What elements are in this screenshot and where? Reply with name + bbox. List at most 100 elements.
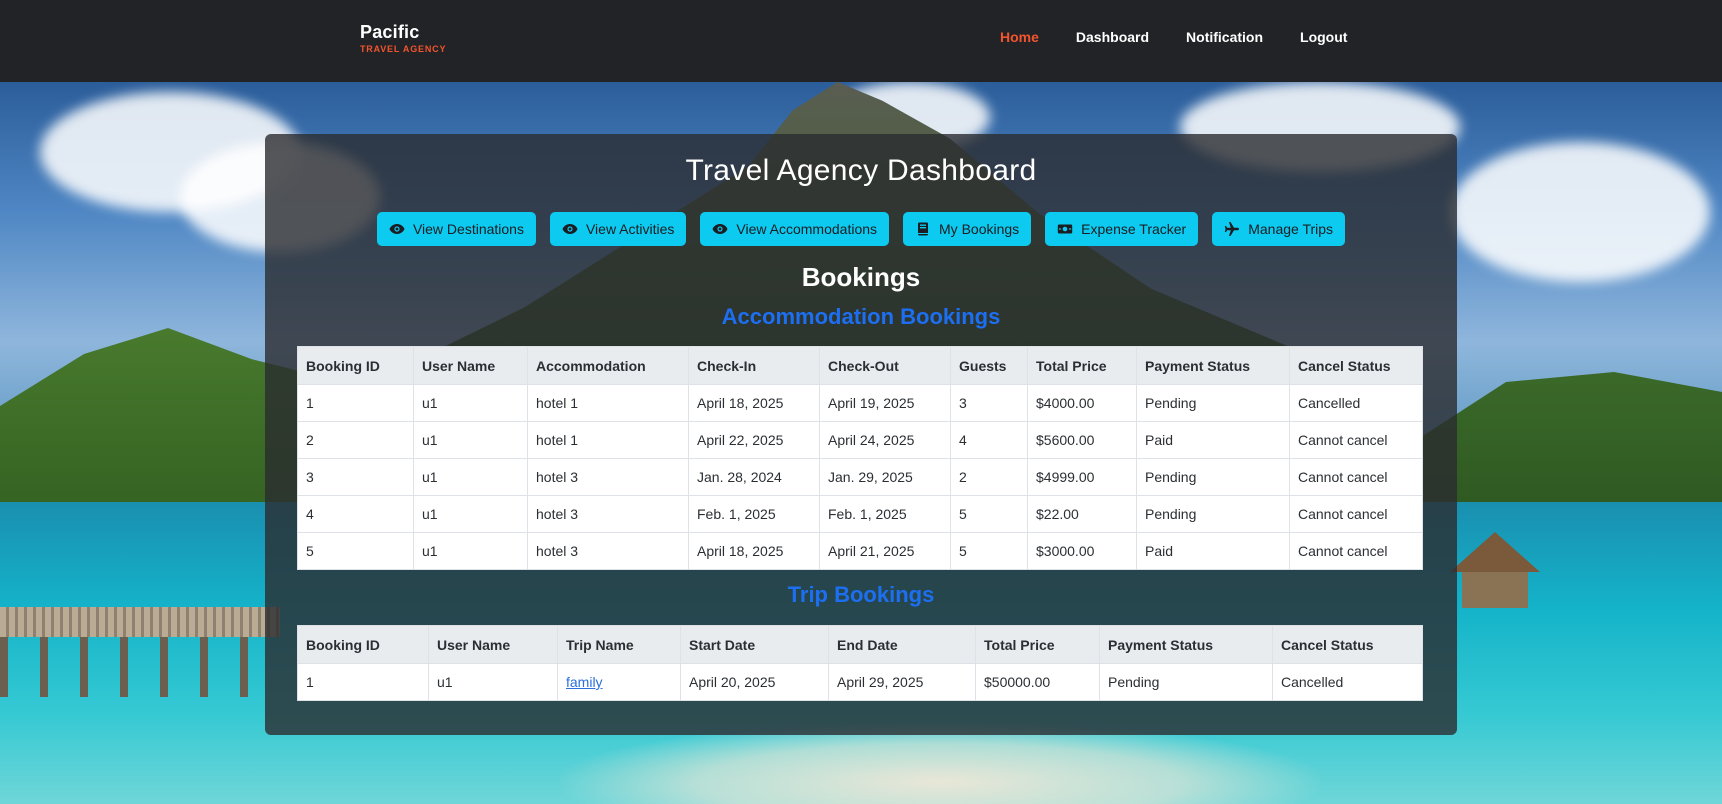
expense-tracker-button[interactable]: Expense Tracker	[1045, 212, 1199, 246]
my-bookings-button[interactable]: My Bookings	[903, 212, 1032, 246]
booking-id: 1	[297, 663, 429, 701]
column-header: Total Price	[1027, 346, 1137, 385]
column-header: Start Date	[680, 625, 829, 664]
table-row: 4 u1 hotel 3 Feb. 1, 2025 Feb. 1, 2025 5…	[297, 495, 1423, 533]
button-label: View Accommodations	[736, 221, 878, 237]
dashboard-panel: Travel Agency Dashboard View Destination…	[265, 134, 1457, 735]
guests: 5	[950, 532, 1028, 570]
user-name: u1	[413, 384, 528, 422]
total-price: $4000.00	[1027, 384, 1137, 422]
user-name: u1	[413, 458, 528, 496]
cancel-status: Cancelled	[1289, 384, 1423, 422]
booking-id: 5	[297, 532, 414, 570]
trip-name-cell: family	[557, 663, 681, 701]
view-destinations-button[interactable]: View Destinations	[376, 212, 536, 246]
payment-status: Pending	[1136, 458, 1290, 496]
column-header: Accommodation	[527, 346, 689, 385]
column-header: Check-Out	[819, 346, 951, 385]
total-price: $50000.00	[975, 663, 1100, 701]
check-out: April 24, 2025	[819, 421, 951, 459]
check-in: April 22, 2025	[688, 421, 820, 459]
check-in: April 18, 2025	[688, 384, 820, 422]
check-out: April 19, 2025	[819, 384, 951, 422]
brand-name: Pacific	[360, 22, 420, 42]
view-accommodations-button[interactable]: View Accommodations	[700, 212, 890, 246]
eye-icon	[389, 224, 405, 234]
brand-logo[interactable]: Pacific TRAVEL AGENCY	[360, 22, 446, 54]
page-title: Travel Agency Dashboard	[685, 154, 1037, 187]
accommodation-bookings-table: Booking ID User Name Accommodation Check…	[297, 346, 1423, 570]
bookings-heading: Bookings	[801, 262, 921, 292]
trip-bookings-table: Booking ID User Name Trip Name Start Dat…	[297, 625, 1423, 701]
column-header: Payment Status	[1099, 625, 1273, 664]
total-price: $5600.00	[1027, 421, 1137, 459]
column-header: User Name	[428, 625, 558, 664]
button-label: View Destinations	[412, 221, 524, 237]
column-header: Cancel Status	[1272, 625, 1423, 664]
column-header: Trip Name	[557, 625, 681, 664]
plane-icon	[1225, 222, 1240, 236]
table-row: 1 u1 hotel 1 April 18, 2025 April 19, 20…	[297, 384, 1423, 422]
check-in: Jan. 28, 2024	[688, 458, 820, 496]
button-label: View Activities	[585, 221, 675, 237]
table-header-row: Booking ID User Name Accommodation Check…	[297, 346, 1423, 385]
check-out: Feb. 1, 2025	[819, 495, 951, 533]
accommodation-name: hotel 3	[527, 495, 689, 533]
booking-id: 1	[297, 384, 414, 422]
column-header: Payment Status	[1136, 346, 1290, 385]
check-in: Feb. 1, 2025	[688, 495, 820, 533]
table-row: 3 u1 hotel 3 Jan. 28, 2024 Jan. 29, 2025…	[297, 458, 1423, 496]
column-header: Check-In	[688, 346, 820, 385]
booking-id: 2	[297, 421, 414, 459]
trip-name-link[interactable]: family	[566, 674, 603, 690]
column-header: User Name	[413, 346, 528, 385]
cancel-status: Cannot cancel	[1289, 421, 1423, 459]
view-activities-button[interactable]: View Activities	[549, 212, 687, 246]
nav-home[interactable]: Home	[1000, 29, 1039, 45]
total-price: $4999.00	[1027, 458, 1137, 496]
user-name: u1	[413, 495, 528, 533]
trip-bookings-heading: Trip Bookings	[787, 582, 935, 607]
cancel-status: Cannot cancel	[1289, 458, 1423, 496]
column-header: Booking ID	[297, 346, 414, 385]
start-date: April 20, 2025	[680, 663, 829, 701]
column-header: Cancel Status	[1289, 346, 1423, 385]
brand-tagline: TRAVEL AGENCY	[360, 44, 447, 54]
eye-icon	[562, 224, 578, 234]
nav-links: Home Dashboard Notification Logout	[1000, 29, 1384, 45]
column-header: Total Price	[975, 625, 1100, 664]
guests: 4	[950, 421, 1028, 459]
cancel-status: Cannot cancel	[1289, 495, 1423, 533]
check-out: April 21, 2025	[819, 532, 951, 570]
accommodation-name: hotel 3	[527, 532, 689, 570]
guests: 2	[950, 458, 1028, 496]
check-in: April 18, 2025	[688, 532, 820, 570]
cancel-status: Cancelled	[1272, 663, 1423, 701]
user-name: u1	[413, 532, 528, 570]
booking-id: 4	[297, 495, 414, 533]
guests: 5	[950, 495, 1028, 533]
guests: 3	[950, 384, 1028, 422]
table-row: 1 u1 family April 20, 2025 April 29, 202…	[297, 663, 1423, 701]
user-name: u1	[428, 663, 558, 701]
accommodation-name: hotel 1	[527, 384, 689, 422]
top-navbar: Pacific TRAVEL AGENCY Home Dashboard Not…	[0, 0, 1722, 82]
payment-status: Paid	[1136, 532, 1290, 570]
column-header: Guests	[950, 346, 1028, 385]
end-date: April 29, 2025	[828, 663, 976, 701]
booking-id: 3	[297, 458, 414, 496]
user-name: u1	[413, 421, 528, 459]
accommodation-name: hotel 3	[527, 458, 689, 496]
button-label: Expense Tracker	[1081, 221, 1187, 237]
table-header-row: Booking ID User Name Trip Name Start Dat…	[297, 625, 1423, 664]
nav-notification[interactable]: Notification	[1186, 29, 1263, 45]
nav-logout[interactable]: Logout	[1300, 29, 1347, 45]
money-bill-icon	[1057, 224, 1073, 234]
payment-status: Pending	[1099, 663, 1273, 701]
nav-dashboard[interactable]: Dashboard	[1076, 29, 1149, 45]
accommodation-name: hotel 1	[527, 421, 689, 459]
check-out: Jan. 29, 2025	[819, 458, 951, 496]
manage-trips-button[interactable]: Manage Trips	[1212, 212, 1346, 246]
payment-status: Pending	[1136, 495, 1290, 533]
payment-status: Paid	[1136, 421, 1290, 459]
